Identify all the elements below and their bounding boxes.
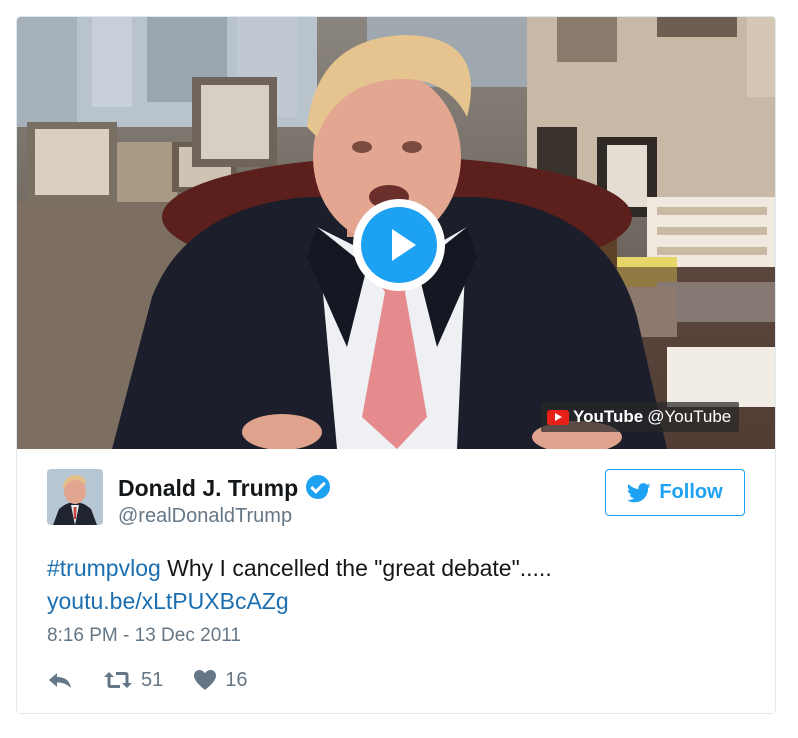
play-video-button[interactable]	[353, 199, 445, 291]
heart-icon	[194, 670, 217, 690]
tweet-timestamp[interactable]: 8:16 PM - 13 Dec 2011	[47, 625, 241, 647]
video-thumbnail[interactable]: YouTube @YouTube	[17, 17, 775, 449]
retweet-count: 51	[141, 668, 164, 691]
youtube-attribution[interactable]: YouTube @YouTube	[541, 402, 740, 432]
reply-icon	[49, 673, 71, 688]
youtube-brand-label: YouTube	[573, 407, 644, 426]
tweet-text: #trumpvlog Why I cancelled the "great de…	[47, 552, 747, 618]
tweet-text-line: #trumpvlog Why I cancelled the "great de…	[47, 552, 747, 585]
tweet-actions: 51 16	[47, 665, 248, 695]
tweet-link-line: youtu.be/xLtPUXBcAZg	[47, 585, 747, 618]
twitter-bird-icon	[627, 482, 651, 502]
follow-button-label: Follow	[659, 481, 723, 503]
tweet-url-link[interactable]: youtu.be/xLtPUXBcAZg	[47, 588, 289, 614]
verified-badge-icon	[306, 475, 330, 499]
youtube-logo-icon	[547, 409, 569, 425]
tweet-author-header: Donald J. Trump @realDonaldTrump Follow	[47, 469, 747, 529]
play-icon	[361, 207, 437, 283]
like-button[interactable]: 16	[193, 668, 248, 692]
youtube-handle-label: @YouTube	[647, 407, 732, 426]
embedded-tweet-card: YouTube @YouTube Donald J. Trump @realDo…	[16, 16, 776, 714]
author-handle[interactable]: @realDonaldTrump	[118, 505, 292, 528]
follow-button[interactable]: Follow	[605, 469, 745, 516]
reply-button[interactable]	[47, 670, 73, 690]
avatar[interactable]	[47, 469, 103, 525]
like-count: 16	[225, 668, 248, 691]
hashtag-link[interactable]: #trumpvlog	[47, 555, 161, 581]
retweet-button[interactable]: 51	[103, 669, 163, 692]
avatar-image	[47, 469, 103, 525]
tweet-body-text: Why I cancelled the "great debate".....	[160, 555, 552, 581]
author-name[interactable]: Donald J. Trump	[118, 475, 298, 502]
retweet-icon	[104, 672, 132, 688]
